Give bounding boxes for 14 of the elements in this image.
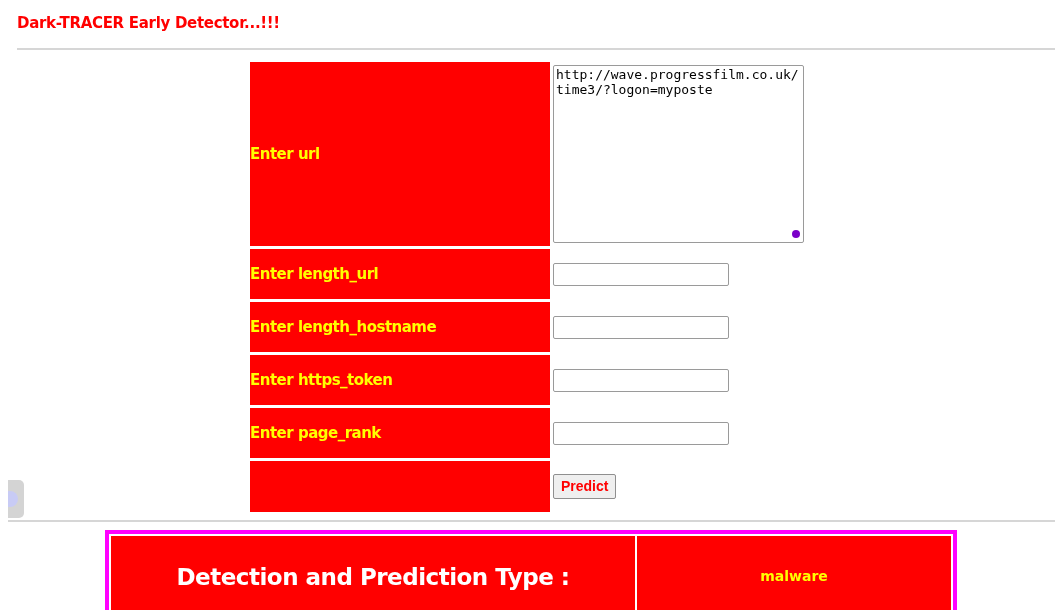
- result-label: Detection and Prediction Type :: [111, 536, 635, 610]
- field-label: Enter page_rank: [250, 408, 550, 458]
- side-tab-icon: [8, 480, 24, 518]
- field-label: Enter url: [250, 62, 550, 246]
- text-field[interactable]: [553, 315, 729, 339]
- page-title: Dark-TRACER Early Detector...!!!: [17, 13, 281, 34]
- text-field[interactable]: [553, 421, 729, 445]
- result-value: malware: [637, 536, 951, 610]
- text-field[interactable]: [553, 262, 729, 286]
- field-label: Enter length_url: [250, 249, 550, 299]
- field-label: Enter length_hostname: [250, 302, 550, 352]
- url-field[interactable]: http://wave.progressfilm.co.uk/time3/?logon=myposte: [553, 65, 804, 243]
- field-label: Enter https_token: [250, 355, 550, 405]
- text-field[interactable]: [553, 368, 729, 392]
